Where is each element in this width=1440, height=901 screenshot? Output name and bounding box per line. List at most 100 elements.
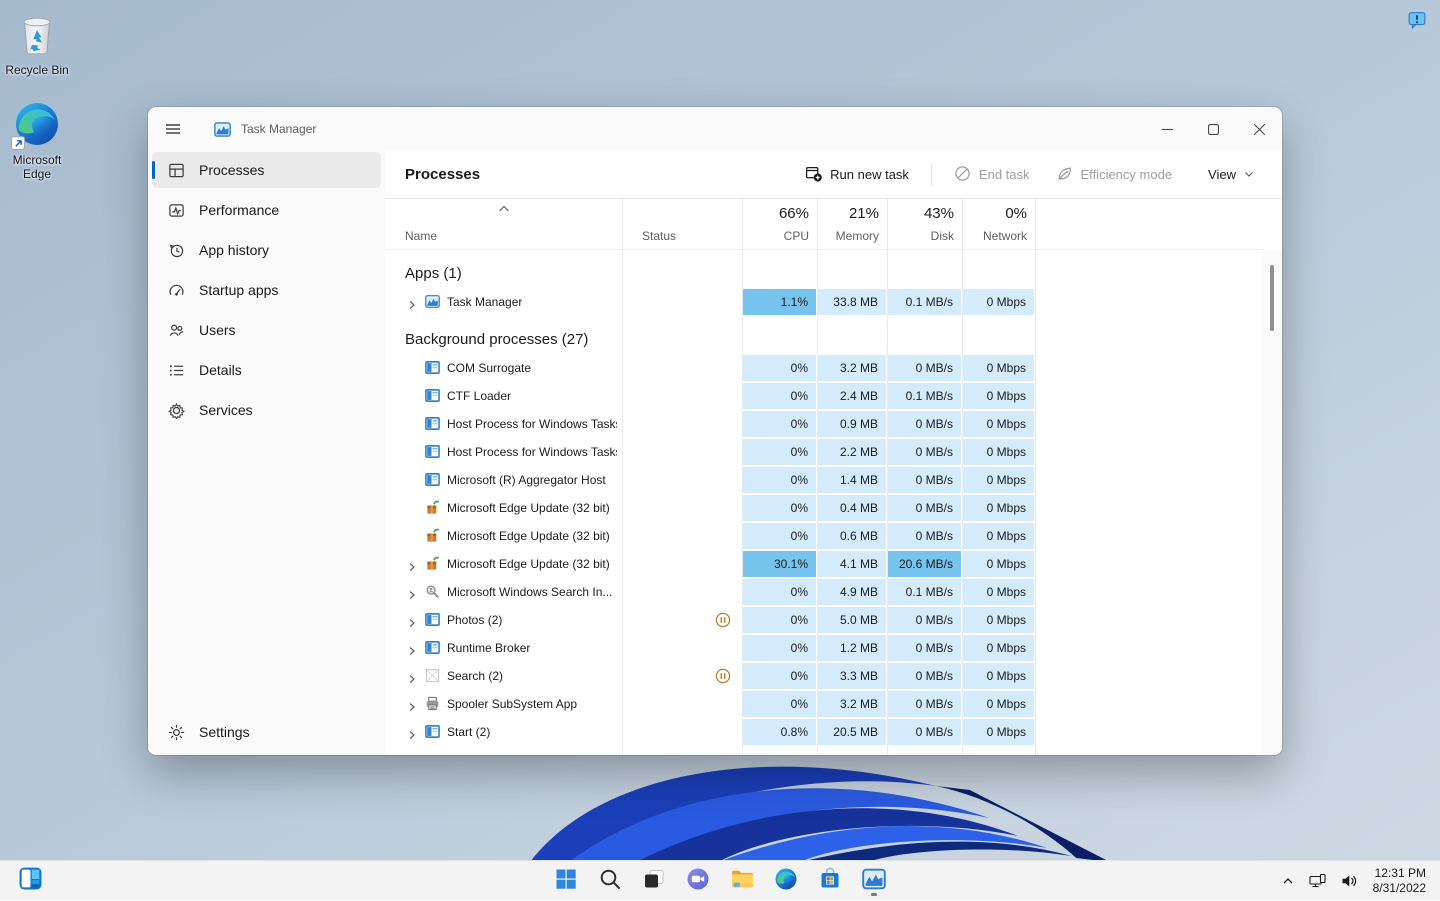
edgeupdate-process-icon	[425, 528, 441, 544]
process-row[interactable]: Runtime Broker0%1.2 MB0 MB/s0 Mbps	[385, 634, 1282, 662]
clock-date: 8/31/2022	[1373, 881, 1426, 896]
sidebar-item-startup-apps[interactable]: Startup apps	[152, 272, 381, 308]
volume-icon[interactable]	[1336, 865, 1363, 897]
scrollbar-thumb[interactable]	[1270, 265, 1274, 331]
column-memory[interactable]: 21% Memory	[818, 199, 887, 250]
process-row[interactable]: Microsoft (R) Aggregator Host0%1.4 MB0 M…	[385, 466, 1282, 494]
sidebar-item-app-history[interactable]: App history	[152, 232, 381, 268]
expand-chevron-icon[interactable]	[407, 587, 417, 605]
expand-chevron-icon[interactable]	[407, 699, 417, 717]
process-row[interactable]: Spooler SubSystem App0%3.2 MB0 MB/s0 Mbp…	[385, 690, 1282, 718]
network-cell: 0 Mbps	[963, 691, 1034, 717]
expand-chevron-icon[interactable]	[407, 643, 417, 661]
sidebar-item-label: Services	[199, 402, 253, 418]
network-cell: 0 Mbps	[963, 467, 1034, 493]
close-button[interactable]	[1236, 107, 1282, 151]
cpu-cell: 0%	[743, 579, 816, 605]
chevron-up-icon[interactable]	[1276, 865, 1300, 897]
sidebar-item-details[interactable]: Details	[152, 352, 381, 388]
process-table: Name Status 66% CPU 21% Memory	[385, 199, 1282, 755]
column-status[interactable]: Status	[622, 199, 742, 250]
memory-cell: 20.5 MB	[818, 719, 886, 745]
process-row[interactable]: Host Process for Windows Tasks0%0.9 MB0 …	[385, 410, 1282, 438]
hamburger-menu-button[interactable]	[156, 113, 190, 145]
process-name: Microsoft Edge Update (32 bit)	[447, 522, 610, 550]
winapp-process-icon	[425, 724, 441, 740]
memory-cell: 5.0 MB	[818, 607, 886, 633]
maximize-button[interactable]	[1190, 107, 1236, 151]
taskbar-button-start[interactable]	[546, 865, 586, 897]
process-row[interactable]: Photos (2)0%5.0 MB0 MB/s0 Mbps	[385, 606, 1282, 634]
network-cell: 0 Mbps	[963, 523, 1034, 549]
end-task-button[interactable]: End task	[944, 159, 1040, 191]
minimize-button[interactable]	[1144, 107, 1190, 151]
running-indicator	[871, 893, 877, 896]
process-row[interactable]: Microsoft Windows Search In...0%4.9 MB0.…	[385, 578, 1282, 606]
titlebar[interactable]: Task Manager	[148, 107, 1282, 151]
main-pane: Processes Run new task	[385, 151, 1282, 755]
network-cell: 0 Mbps	[963, 579, 1034, 605]
cpu-cell: 0%	[743, 663, 816, 689]
desktop-icon-microsoft-edge[interactable]: Microsoft Edge	[0, 100, 74, 181]
sidebar-item-performance[interactable]: Performance	[152, 192, 381, 228]
run-new-task-label: Run new task	[830, 167, 909, 182]
taskbar-button-search[interactable]	[590, 865, 630, 897]
expand-chevron-icon[interactable]	[407, 727, 417, 745]
efficiency-mode-button[interactable]: Efficiency mode	[1046, 159, 1183, 191]
taskmgr-process-icon	[425, 294, 441, 310]
taskbar-clock[interactable]: 12:31 PM 8/31/2022	[1367, 866, 1432, 896]
taskbar-button-task-view[interactable]	[634, 865, 674, 897]
process-row[interactable]: CTF Loader0%2.4 MB0.1 MB/s0 Mbps	[385, 382, 1282, 410]
process-row[interactable]: Task Manager1.1%33.8 MB0.1 MB/s0 Mbps	[385, 288, 1282, 316]
sidebar-item-settings[interactable]: Settings	[152, 714, 381, 750]
memory-cell: 1.4 MB	[818, 467, 886, 493]
process-row[interactable]: Start (2)0.8%20.5 MB0 MB/s0 Mbps	[385, 718, 1282, 746]
disk-cell: 0 MB/s	[888, 411, 961, 437]
taskbar-button-task-manager[interactable]	[854, 865, 894, 897]
leaf-icon	[1056, 165, 1073, 185]
process-row[interactable]: Microsoft Edge Update (32 bit)0%0.6 MB0 …	[385, 522, 1282, 550]
scrollbar-track[interactable]	[1262, 250, 1282, 755]
column-network[interactable]: 0% Network	[963, 199, 1035, 250]
column-disk[interactable]: 43% Disk	[888, 199, 962, 250]
expand-chevron-icon[interactable]	[407, 615, 417, 633]
run-new-task-button[interactable]: Run new task	[795, 159, 919, 191]
process-row[interactable]: Microsoft Edge Update (32 bit)0%0.4 MB0 …	[385, 494, 1282, 522]
expand-chevron-icon[interactable]	[407, 671, 417, 689]
chevron-down-icon	[1244, 167, 1254, 182]
notification-bubble-icon[interactable]	[1408, 11, 1426, 29]
column-name[interactable]: Name	[385, 199, 622, 250]
group-header[interactable]: Background processes (27)	[385, 324, 1282, 354]
process-row[interactable]: Search (2)0%3.3 MB0 MB/s0 Mbps	[385, 662, 1282, 690]
sidebar-item-services[interactable]: Services	[152, 392, 381, 428]
taskbar-button-file-explorer[interactable]	[722, 865, 762, 897]
expand-chevron-icon[interactable]	[407, 559, 417, 577]
winapp-process-icon	[425, 444, 441, 460]
processes-icon	[167, 161, 185, 179]
process-name: Photos (2)	[447, 606, 502, 634]
memory-cell: 4.9 MB	[818, 579, 886, 605]
network-cell: 0 Mbps	[963, 383, 1034, 409]
desktop-icon-recycle-bin[interactable]: Recycle Bin	[0, 8, 74, 77]
desktop-icon-label: Recycle Bin	[0, 63, 74, 77]
process-name: Runtime Broker	[447, 634, 530, 662]
taskbar-button-widgets[interactable]	[10, 865, 50, 897]
view-dropdown[interactable]: View	[1198, 161, 1264, 188]
process-row[interactable]: COM Surrogate0%3.2 MB0 MB/s0 Mbps	[385, 354, 1282, 382]
taskbar-button-store[interactable]	[810, 865, 850, 897]
sidebar-item-users[interactable]: Users	[152, 312, 381, 348]
disk-cell: 0 MB/s	[888, 719, 961, 745]
group-header[interactable]: Apps (1)	[385, 258, 1282, 288]
taskbar-button-edge[interactable]	[766, 865, 806, 897]
process-row[interactable]: Microsoft Edge Update (32 bit)30.1%4.1 M…	[385, 550, 1282, 578]
process-row[interactable]: Host Process for Windows Tasks0%2.2 MB0 …	[385, 438, 1282, 466]
taskbar-button-chat[interactable]	[678, 865, 718, 897]
printer-process-icon	[425, 696, 441, 712]
disk-cell: 0 MB/s	[888, 495, 961, 521]
network-icon[interactable]	[1304, 865, 1332, 897]
expand-chevron-icon[interactable]	[407, 297, 417, 315]
desktop-icon-label: Microsoft Edge	[0, 153, 74, 181]
sidebar-item-processes[interactable]: Processes	[152, 152, 381, 188]
disk-cell: 0 MB/s	[888, 663, 961, 689]
column-cpu[interactable]: 66% CPU	[743, 199, 817, 250]
